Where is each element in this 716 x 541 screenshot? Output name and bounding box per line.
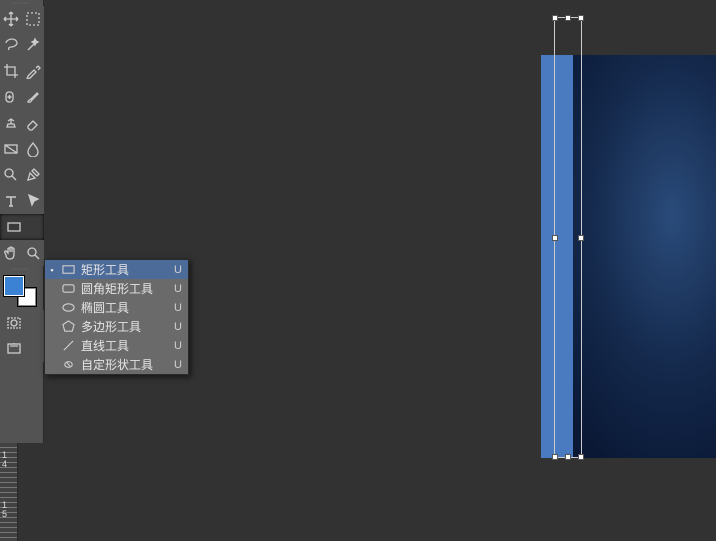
ruler-ticks: 1 4 1 5 — [0, 443, 17, 541]
selected-marker-icon: ▪ — [49, 265, 55, 275]
blue-shape[interactable] — [541, 55, 573, 458]
tools-panel: ▪▪▪▪▪▪ ▪▪▪▪▪▪ — [0, 0, 44, 443]
flyout-shortcut: U — [174, 283, 182, 295]
path-selection-tool[interactable] — [22, 188, 44, 214]
flyout-polygon-tool[interactable]: 多边形工具 U — [45, 317, 188, 336]
flyout-rectangle-tool[interactable]: ▪ 矩形工具 U — [45, 260, 188, 279]
transform-handle-tl[interactable] — [552, 15, 558, 21]
ruler-mark-15: 1 5 — [1, 501, 8, 519]
flyout-shortcut: U — [174, 340, 182, 352]
transform-handle-tr[interactable] — [578, 15, 584, 21]
rounded-rectangle-icon — [61, 282, 75, 296]
pen-tool[interactable] — [22, 162, 44, 188]
transform-handle-tc[interactable] — [565, 15, 571, 21]
blur-tool[interactable] — [22, 136, 44, 162]
flyout-label: 矩形工具 — [81, 261, 168, 278]
quickmask-toggle[interactable] — [0, 310, 44, 336]
brush-tool[interactable] — [22, 84, 44, 110]
zoom-tool[interactable] — [22, 240, 44, 266]
custom-shape-icon — [61, 358, 75, 372]
healing-brush-tool[interactable] — [0, 84, 22, 110]
flyout-label: 自定形状工具 — [81, 356, 168, 373]
marquee-tool[interactable] — [22, 6, 44, 32]
clone-stamp-tool[interactable] — [0, 110, 22, 136]
crop-tool[interactable] — [0, 58, 22, 84]
eraser-tool[interactable] — [22, 110, 44, 136]
flyout-ellipse-tool[interactable]: 椭圆工具 U — [45, 298, 188, 317]
type-tool[interactable] — [0, 188, 22, 214]
flyout-rounded-rectangle-tool[interactable]: 圆角矩形工具 U — [45, 279, 188, 298]
polygon-icon — [61, 320, 75, 334]
flyout-line-tool[interactable]: 直线工具 U — [45, 336, 188, 355]
flyout-shortcut: U — [174, 264, 182, 276]
shape-tool-flyout: ▪ 矩形工具 U 圆角矩形工具 U 椭圆工具 U 多边形工具 U 直线工具 U … — [44, 259, 189, 375]
screen-mode-toggle[interactable] — [0, 336, 44, 362]
eyedropper-tool[interactable] — [22, 58, 44, 84]
ruler-mark-14: 1 4 — [1, 451, 8, 469]
flyout-shortcut: U — [174, 359, 182, 371]
vertical-ruler[interactable]: 1 4 1 5 — [0, 443, 18, 541]
artboard[interactable] — [541, 55, 716, 458]
foreground-color-swatch[interactable] — [4, 276, 24, 296]
dodge-tool[interactable] — [0, 162, 22, 188]
hand-tool[interactable] — [0, 240, 22, 266]
color-swatches — [0, 274, 44, 310]
line-icon — [61, 339, 75, 353]
flyout-label: 椭圆工具 — [81, 299, 168, 316]
gradient-tool[interactable] — [0, 136, 22, 162]
lasso-tool[interactable] — [0, 32, 22, 58]
move-tool[interactable] — [0, 6, 22, 32]
panel-divider: ▪▪▪▪▪▪ — [0, 266, 44, 272]
flyout-shortcut: U — [174, 302, 182, 314]
rectangle-icon — [61, 263, 75, 277]
flyout-label: 圆角矩形工具 — [81, 280, 168, 297]
rectangle-tool[interactable] — [0, 214, 44, 240]
ellipse-icon — [61, 301, 75, 315]
flyout-shortcut: U — [174, 321, 182, 333]
magic-wand-tool[interactable] — [22, 32, 44, 58]
flyout-custom-shape-tool[interactable]: 自定形状工具 U — [45, 355, 188, 374]
flyout-label: 多边形工具 — [81, 318, 168, 335]
flyout-label: 直线工具 — [81, 337, 168, 354]
